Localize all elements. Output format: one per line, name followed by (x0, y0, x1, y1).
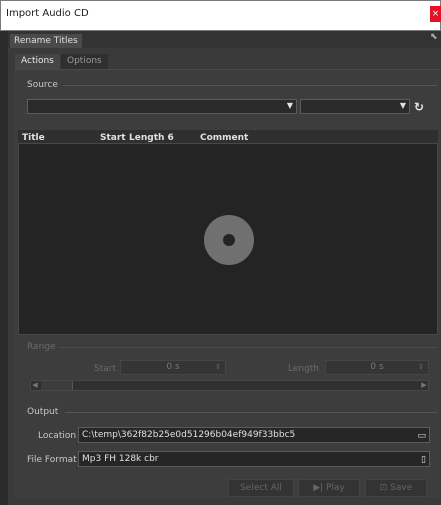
save-label: Save (390, 483, 413, 493)
source-divider (63, 85, 437, 86)
range-scrollbar[interactable] (30, 380, 429, 391)
range-start-value: 0 s (166, 362, 180, 372)
file-format-field[interactable]: Mp3 FH 128k cbr ▯ (78, 451, 430, 467)
pin-icon[interactable]: ⬉ (430, 32, 438, 42)
range-start-field[interactable]: 0 s ⇕ (120, 360, 226, 375)
play-icon: ▶| (313, 483, 324, 493)
spinner-icon: ⇕ (215, 363, 221, 371)
tab-actions[interactable]: Actions (15, 54, 60, 69)
folder-icon[interactable]: ▭ (417, 429, 426, 442)
play-label: Play (326, 483, 345, 493)
refresh-icon[interactable]: ↻ (414, 100, 424, 114)
spinner-icon: ⇕ (418, 363, 424, 371)
range-length-field[interactable]: 0 s ⇕ (325, 360, 429, 375)
range-divider (58, 347, 437, 348)
document-icon[interactable]: ▯ (421, 453, 426, 466)
rename-titles-button[interactable]: Rename Titles (10, 34, 82, 48)
file-format-value: Mp3 FH 128k cbr (82, 454, 159, 464)
scroll-left-icon[interactable]: ◀ (30, 380, 40, 391)
scrollbar-thumb[interactable] (41, 381, 73, 390)
location-value: C:\temp\362f82b25e0d51296b04ef949f33bbc5 (82, 430, 296, 440)
column-title[interactable]: Title (22, 133, 45, 143)
save-button[interactable]: ⊡ Save (365, 479, 427, 497)
column-length[interactable]: Length 6 (129, 133, 174, 143)
chevron-down-icon: ▼ (286, 101, 293, 110)
output-divider (65, 412, 437, 413)
location-label: Location (38, 431, 77, 441)
location-field[interactable]: C:\temp\362f82b25e0d51296b04ef949f33bbc5… (78, 427, 430, 443)
window-title: Import Audio CD (6, 8, 89, 19)
source-speed-select[interactable]: ▼ (300, 99, 410, 114)
range-length-label: Length (288, 364, 320, 374)
output-label: Output (27, 407, 59, 417)
source-device-select[interactable]: ▼ (27, 99, 297, 114)
play-button[interactable]: ▶| Play (298, 479, 360, 497)
save-icon: ⊡ (379, 483, 388, 493)
source-label: Source (27, 80, 58, 90)
file-format-label: File Format (27, 455, 77, 465)
cd-disc-hole (223, 234, 235, 246)
scroll-right-icon[interactable]: ▶ (419, 380, 429, 391)
column-start[interactable]: Start (100, 133, 126, 143)
column-comment[interactable]: Comment (200, 133, 248, 143)
close-button[interactable]: × (430, 6, 441, 22)
range-length-value: 0 s (370, 362, 384, 372)
range-start-label: Start (94, 364, 116, 374)
select-all-button[interactable]: Select All (228, 479, 294, 497)
chevron-down-icon: ▼ (399, 101, 406, 110)
tab-options[interactable]: Options (61, 54, 108, 69)
range-label: Range (27, 342, 56, 352)
